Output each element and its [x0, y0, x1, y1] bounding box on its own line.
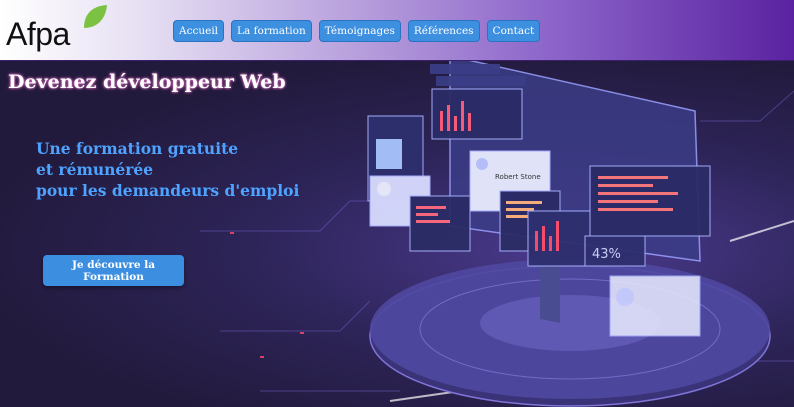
nav-la-formation[interactable]: La formation [231, 20, 312, 42]
logo-text: Afpa [6, 16, 70, 52]
hero-illustration: Robert Stone 43% [200, 61, 794, 407]
nav-references[interactable]: Références [407, 20, 480, 42]
nav-temoignages[interactable]: Témoignages [318, 20, 401, 42]
card-name-label: Robert Stone [495, 173, 541, 181]
subtitle-line-2: et rémunérée [36, 160, 154, 179]
afpa-logo[interactable]: Afpa [6, 4, 107, 56]
main-nav: Accueil La formation Témoignages Référen… [173, 20, 541, 42]
site-header: Afpa Accueil La formation Témoignages Ré… [0, 0, 794, 61]
discover-formation-button[interactable]: Je découvre la Formation [43, 255, 184, 286]
nav-contact[interactable]: Contact [486, 20, 541, 42]
hero-section: Robert Stone 43% Devenez développeur Web… [0, 61, 794, 407]
subtitle-line-1: Une formation gratuite [36, 139, 239, 158]
percent-label: 43% [592, 247, 621, 262]
subtitle-line-3: pour les demandeurs d'emploi [36, 181, 300, 200]
nav-accueil[interactable]: Accueil [173, 20, 225, 42]
hero-title: Devenez développeur Web [8, 71, 286, 93]
leaf-icon [84, 5, 107, 28]
hero-subtitle: Une formation gratuite et rémunérée pour… [36, 138, 299, 201]
